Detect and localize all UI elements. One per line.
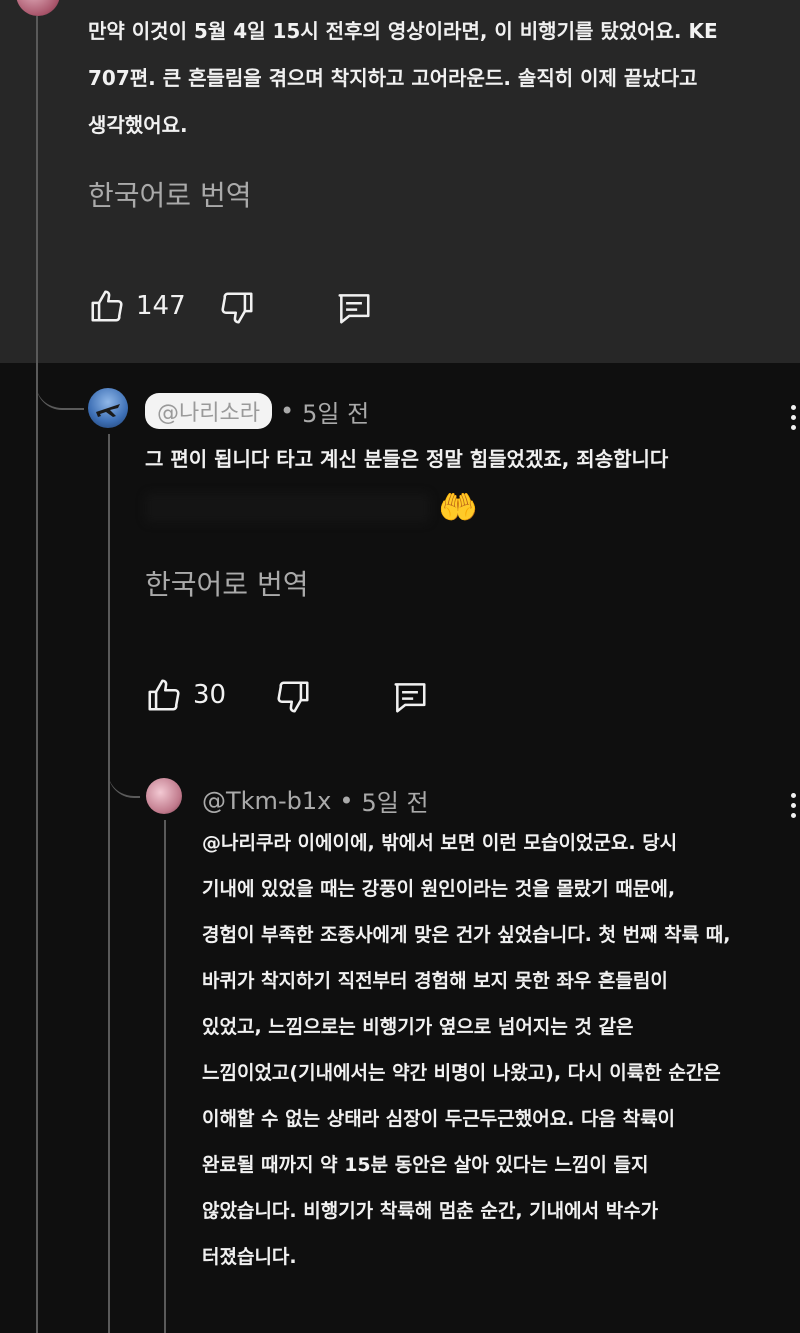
separator-dot: • <box>339 786 354 815</box>
redacted-text <box>145 493 430 523</box>
translate-button[interactable]: 한국어로 번역 <box>88 174 251 214</box>
reply-line: 바퀴가 착지하기 직전부터 경험해 보지 못한 좌우 흔들림이 <box>202 970 668 992</box>
comment-reply-icon <box>334 289 374 327</box>
comment-line: 만약 이것이 5월 4일 15시 전후의 영상이라면, 이 비행기를 탔었어요.… <box>88 19 718 43</box>
thread-connector-reply1 <box>36 362 84 410</box>
reply-timestamp[interactable]: 5일 전 <box>302 394 369 429</box>
thumb-down-icon <box>218 289 256 327</box>
comment-line: 707편. 큰 흔들림을 겪으며 착지하고 고어라운드. 솔직히 이제 끝났다고 <box>88 66 698 90</box>
reply-line: 경험이 부족한 조종사에게 맞은 건가 싶었습니다. 첫 번째 착륙 때, <box>202 924 731 946</box>
like-count: 147 <box>136 291 186 321</box>
comment-body: 만약 이것이 5월 4일 15시 전후의 영상이라면, 이 비행기를 탔었어요.… <box>88 8 718 149</box>
thumb-up-icon <box>88 287 126 325</box>
dislike-button[interactable] <box>274 678 312 716</box>
comment-reply-icon <box>390 678 430 716</box>
more-vert-icon[interactable] <box>789 405 797 430</box>
separator-dot: • <box>279 397 295 425</box>
more-vert-icon[interactable] <box>789 793 797 818</box>
reply-line: 기내에 있었을 때는 강풍이 원인이라는 것을 몰랐기 때문에, <box>202 878 676 900</box>
like-button[interactable]: 30 <box>145 676 226 714</box>
dislike-button[interactable] <box>218 289 256 327</box>
airplane-icon <box>96 404 120 417</box>
reply-author-handle[interactable]: @Tkm-b1x <box>202 787 331 815</box>
reply-line: 이해할 수 없는 상태라 심장이 두근두근했어요. 다음 착륙이 <box>202 1108 676 1130</box>
translate-button[interactable]: 한국어로 번역 <box>145 563 308 603</box>
thumb-down-icon <box>274 678 312 716</box>
reply-body: 그 편이 됩니다 타고 계신 분들은 정말 힘들었겠죠, 죄송합니다 <box>145 436 668 483</box>
reply-avatar[interactable] <box>88 388 128 428</box>
thumb-up-icon <box>145 676 183 714</box>
reply-line: @나리쿠라 이에이에, 밖에서 보면 이런 모습이었군요. 당시 <box>202 832 678 854</box>
reply-timestamp[interactable]: 5일 전 <box>361 783 428 818</box>
reply-line: 느낌이었고(기내에서는 약간 비명이 나왔고), 다시 이륙한 순간은 <box>202 1062 721 1084</box>
reply-button[interactable] <box>334 289 374 327</box>
comment-line: 생각했어요. <box>88 113 188 137</box>
reply-author-row: @나리소라 • 5일 전 <box>145 393 369 429</box>
reply-avatar[interactable] <box>146 778 182 814</box>
like-count: 30 <box>193 680 227 710</box>
reply-button[interactable] <box>390 678 430 716</box>
reply-line: 있었고, 느낌으로는 비행기가 옆으로 넘어지는 것 같은 <box>202 1016 634 1038</box>
emoji: 🤲 <box>438 488 478 526</box>
reply-line: 터졌습니다. <box>202 1246 297 1268</box>
reply-author-row: @Tkm-b1x • 5일 전 <box>202 783 429 818</box>
thread-line-main <box>36 16 38 1333</box>
like-button[interactable]: 147 <box>88 287 186 325</box>
thread-connector-reply2 <box>108 744 140 798</box>
reply-line: 않았습니다. 비행기가 착륙해 멈춘 순간, 기내에서 박수가 <box>202 1200 659 1222</box>
thread-line-reply1 <box>108 434 110 1333</box>
reply-body: @나리쿠라 이에이에, 밖에서 보면 이런 모습이었군요. 당시 기내에 있었을… <box>202 820 730 1280</box>
reply-line: 완료될 때까지 약 15분 동안은 살아 있다는 느낌이 들지 <box>202 1154 649 1176</box>
reply-line: 그 편이 됩니다 타고 계신 분들은 정말 힘들었겠죠, 죄송합니다 <box>145 447 669 471</box>
reply-author-handle[interactable]: @나리소라 <box>145 393 272 429</box>
thread-line-reply2 <box>164 820 166 1333</box>
